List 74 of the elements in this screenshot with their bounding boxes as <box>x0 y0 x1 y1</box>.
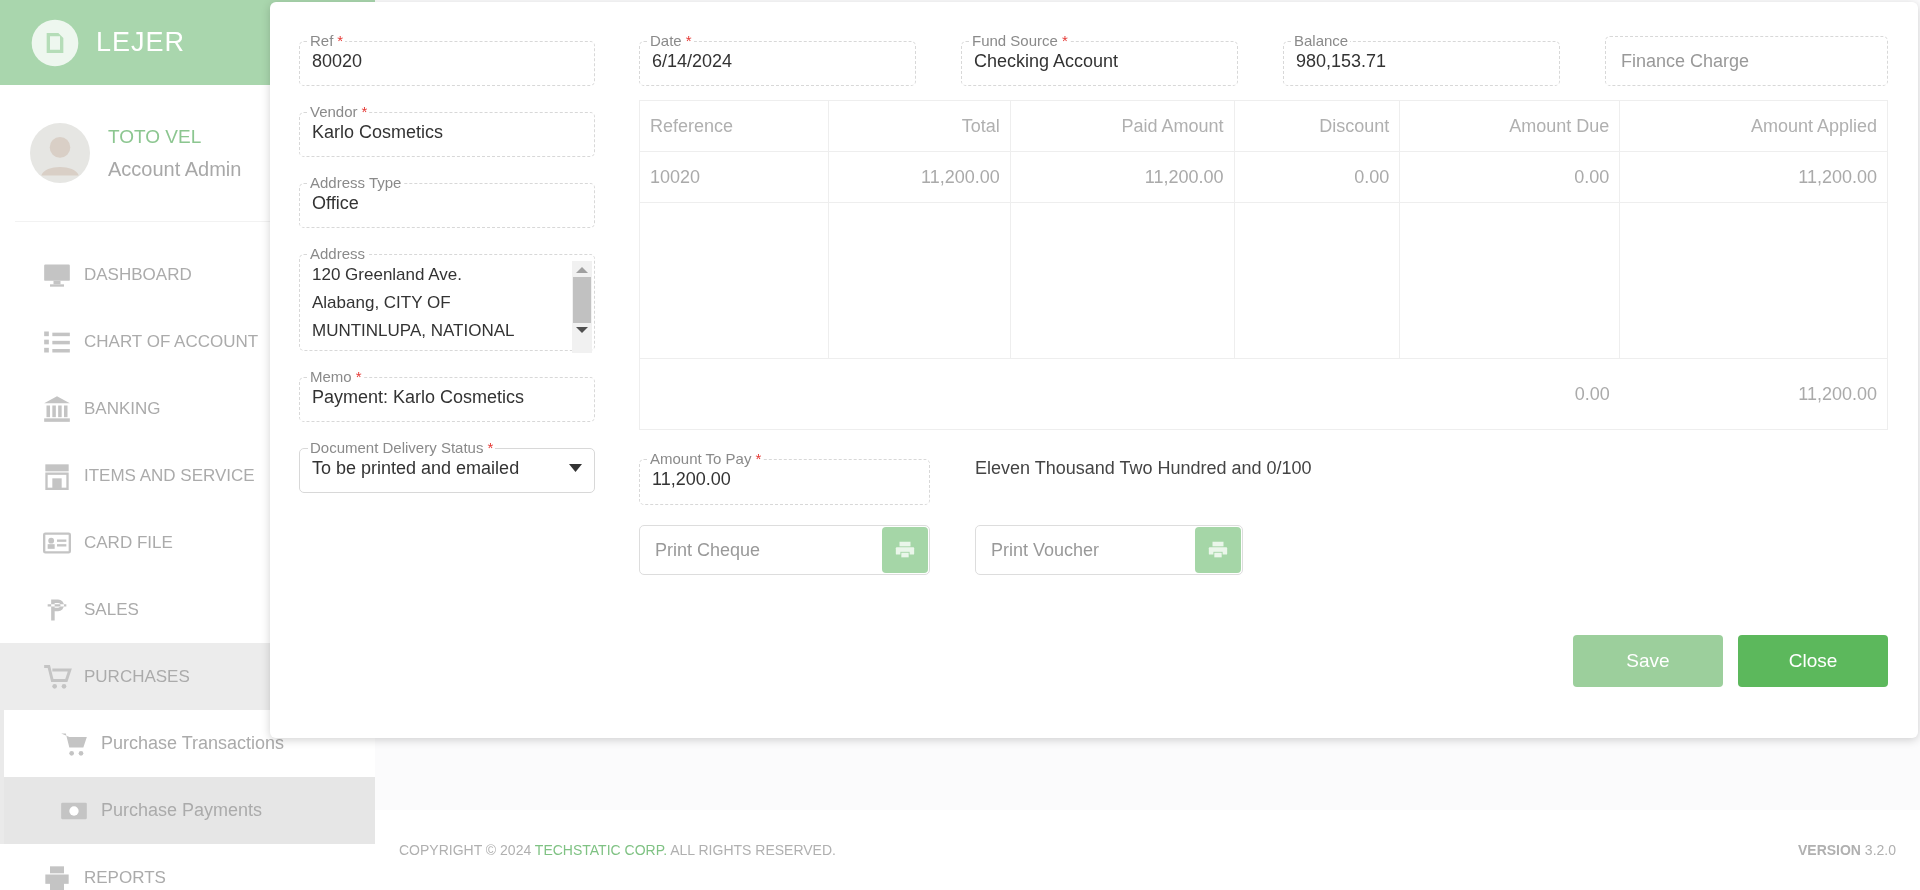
nav-icon <box>42 461 72 490</box>
field-value: 11,200.00 <box>652 468 732 491</box>
text-area[interactable]: Address 120 Greenland Ave. Alabang, CITY OF MUNTINLUPA, NATIONAL <box>299 247 595 351</box>
input-field[interactable]: Date * 6/14/2024 <box>639 34 916 86</box>
table-cell: 0.00 <box>1399 151 1620 203</box>
input-field[interactable]: Address Type Office <box>299 176 595 228</box>
nav-icon <box>42 394 72 423</box>
logo-icon <box>30 17 80 68</box>
field-value: 80020 <box>312 50 364 73</box>
user-role: Account Admin <box>108 157 242 181</box>
field-label: Balance <box>1293 34 1350 48</box>
total-cell: 0.00 <box>1399 358 1620 430</box>
total-cell: 11,200.00 <box>1619 358 1888 430</box>
print-button[interactable] <box>882 527 928 573</box>
nav-subitem[interactable]: Purchase Payments <box>0 777 375 844</box>
field-value: Checking Account <box>974 50 1120 73</box>
table-cell: 11,200.00 <box>1619 151 1888 203</box>
table-cell: 10020 <box>639 151 829 203</box>
nav-item[interactable]: SALES <box>0 576 375 643</box>
input-field[interactable]: Memo * Payment: Karlo Cosmetics <box>299 370 595 422</box>
print-button[interactable] <box>1195 527 1241 573</box>
field-value: To be printed and emailed <box>312 457 520 480</box>
user-name: TOTO VEL <box>108 125 203 148</box>
scrollbar[interactable] <box>572 261 592 353</box>
field-label: Vendor * <box>309 105 369 119</box>
amount-in-words: Eleven Thousand Two Hundred and 0/100 <box>975 457 1312 479</box>
input-field[interactable]: Ref * 80020 <box>299 34 595 86</box>
nav-item[interactable]: CARD FILE <box>0 509 375 576</box>
nav-item[interactable]: REPORTS <box>0 844 375 890</box>
field-label: Memo * <box>309 370 363 384</box>
address-line: 120 Greenland Ave. <box>312 264 463 286</box>
print-field[interactable]: Print Cheque <box>639 525 930 575</box>
field-label: Document Delivery Status * <box>309 441 495 455</box>
brand-name: LEJER <box>96 27 186 58</box>
field-label: Ref * <box>309 34 345 48</box>
table-cell: 0.00 <box>1234 151 1400 203</box>
column-header: Discount <box>1234 100 1400 152</box>
input-field[interactable]: Amount To Pay * 11,200.00 <box>639 452 930 505</box>
field-label: Amount To Pay * <box>649 452 763 466</box>
nav-icon <box>42 863 72 890</box>
address-line: Alabang, CITY OF <box>312 292 452 314</box>
column-header: Reference <box>639 100 829 152</box>
address-line: MUNTINLUPA, NATIONAL <box>312 320 516 342</box>
input-field[interactable]: Print Cheque <box>655 539 882 561</box>
field-label: Address Type <box>309 176 403 190</box>
input-field[interactable]: Print Voucher <box>991 539 1195 561</box>
printer-icon <box>1207 539 1229 561</box>
printer-icon <box>894 539 916 561</box>
print-field[interactable]: Print Voucher <box>975 525 1243 575</box>
field-value: Payment: Karlo Cosmetics <box>312 386 526 409</box>
column-header: Total <box>828 100 1011 152</box>
copyright-text: COPYRIGHT © 2024 TECHSTATIC CORP. ALL RIGHTS RESERVED. <box>399 842 836 858</box>
column-header: Paid Amount <box>1010 100 1235 152</box>
dropdown[interactable]: Document Delivery Status * To be printed and emailed <box>299 441 595 493</box>
field-label: Date * <box>649 34 693 48</box>
input-field[interactable]: Finance Charge <box>1605 36 1888 86</box>
field-value: 6/14/2024 <box>652 50 734 73</box>
column-header: Amount Applied <box>1619 100 1888 152</box>
input-field[interactable]: Vendor * Karlo Cosmetics <box>299 105 595 157</box>
input-field[interactable]: Fund Source * Checking Account <box>961 34 1238 86</box>
field-value: 980,153.71 <box>1296 50 1388 73</box>
close-button[interactable]: Close <box>1738 635 1888 687</box>
input-field[interactable]: Balance 980,153.71 <box>1283 34 1560 86</box>
table-cell: 11,200.00 <box>828 151 1011 203</box>
nav-icon <box>42 662 72 691</box>
field-value: Office <box>312 192 360 215</box>
field-label: Address <box>309 247 367 261</box>
field-value: Karlo Cosmetics <box>312 121 445 144</box>
caret-icon <box>569 464 582 472</box>
table-cell: 11,200.00 <box>1010 151 1235 203</box>
avatar <box>30 123 90 183</box>
field-label: Fund Source * <box>971 34 1069 48</box>
version-text: VERSION 3.2.0 <box>1797 842 1896 858</box>
column-header: Amount Due <box>1399 100 1620 152</box>
